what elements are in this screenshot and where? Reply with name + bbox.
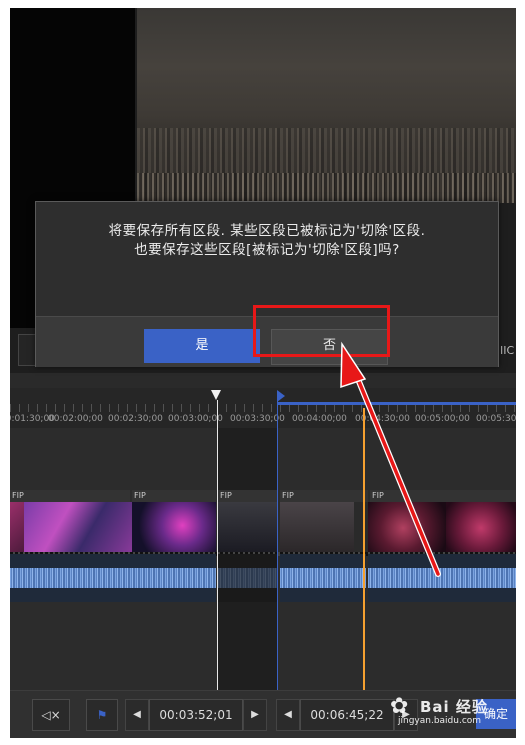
timeline-ruler[interactable]: 00:01:30;00 00:02:00;00 00:02:30;00 00:0…: [10, 388, 516, 428]
yes-button[interactable]: 是: [144, 329, 260, 363]
audio-waveform[interactable]: [280, 554, 366, 602]
ruler-tick-label: 00:02:00;00: [48, 414, 103, 424]
ruler-tick-label: 00:05:30;00: [476, 414, 516, 424]
in-point-line: [217, 400, 218, 690]
audio-waveform[interactable]: [218, 554, 278, 602]
clip-label: FIP: [10, 490, 130, 502]
ruler-selection: [278, 402, 516, 405]
video-track[interactable]: FIP FIP FIP FIP FIP: [10, 490, 516, 602]
in-time-field[interactable]: 00:03:52;01: [149, 699, 243, 731]
clip-label: FIP: [370, 490, 516, 502]
clip-thumbnail[interactable]: [218, 502, 278, 554]
ruler-tick-label: 00:02:30;00: [108, 414, 163, 424]
clip-thumbnail[interactable]: [446, 502, 516, 554]
editor-window: IIC 00:01:30;00 00:02:00;00 00:02:30;00 …: [10, 8, 516, 738]
clip-thumbnail[interactable]: [24, 502, 132, 554]
ruler-tick-label: 00:05:00;00: [415, 414, 470, 424]
clip-label: FIP: [218, 490, 278, 502]
triangle-right-icon: ▶: [251, 709, 259, 720]
triangle-left-icon: ◀: [284, 709, 292, 720]
clip-thumbnail[interactable]: [354, 502, 368, 554]
ruler-tick-label: 00:04:00;00: [292, 414, 347, 424]
clip-thumbnail[interactable]: [132, 502, 216, 554]
clip-thumbnail[interactable]: [280, 502, 354, 554]
clip-label: FIP: [280, 490, 368, 502]
audio-waveform[interactable]: [10, 554, 216, 602]
out-time-prev-button[interactable]: ◀: [276, 699, 300, 731]
annotation-highlight-box: [253, 305, 390, 357]
dialog-message-line2: 也要保存这些区段[被标记为'切除'区段]吗?: [134, 242, 400, 258]
audio-waveform[interactable]: [368, 554, 516, 602]
triangle-left-icon: ◀: [133, 709, 141, 720]
out-time-field[interactable]: 00:06:45;22: [300, 699, 394, 731]
out-point-marker[interactable]: [277, 390, 285, 402]
watermark-url: jingyan.baidu.com: [398, 716, 482, 726]
baidu-watermark: ✿ Bai 经验 jingyan.baidu.com: [390, 694, 500, 730]
playhead-line[interactable]: [363, 408, 365, 690]
flag-icon: ⚑: [96, 708, 108, 722]
clip-thumbnail[interactable]: [10, 502, 24, 554]
in-time-next-button[interactable]: ▶: [243, 699, 267, 731]
watermark-brand: Bai 经验: [420, 698, 488, 716]
ruler-ticks: [10, 404, 516, 412]
clip-thumbnail[interactable]: [368, 502, 446, 554]
in-point-marker[interactable]: [211, 390, 221, 400]
dialog-message-line1: 将要保存所有区段. 某些区段已被标记为'切除'区段.: [108, 223, 426, 239]
clip-label: FIP: [132, 490, 216, 502]
preview-crowd-texture-lower: [137, 173, 516, 203]
speaker-mute-icon: ◁×: [41, 708, 61, 722]
in-time-prev-button[interactable]: ◀: [125, 699, 149, 731]
ruler-tick-label: 00:03:00;00: [168, 414, 223, 424]
mute-button[interactable]: ◁×: [32, 699, 70, 731]
preview-control-right[interactable]: IIC: [500, 344, 514, 357]
dialog-message: 将要保存所有区段. 某些区段已被标记为'切除'区段. 也要保存这些区段[被标记为…: [36, 222, 498, 260]
set-in-point-button[interactable]: ⚑: [86, 699, 118, 731]
out-point-line: [277, 400, 278, 690]
